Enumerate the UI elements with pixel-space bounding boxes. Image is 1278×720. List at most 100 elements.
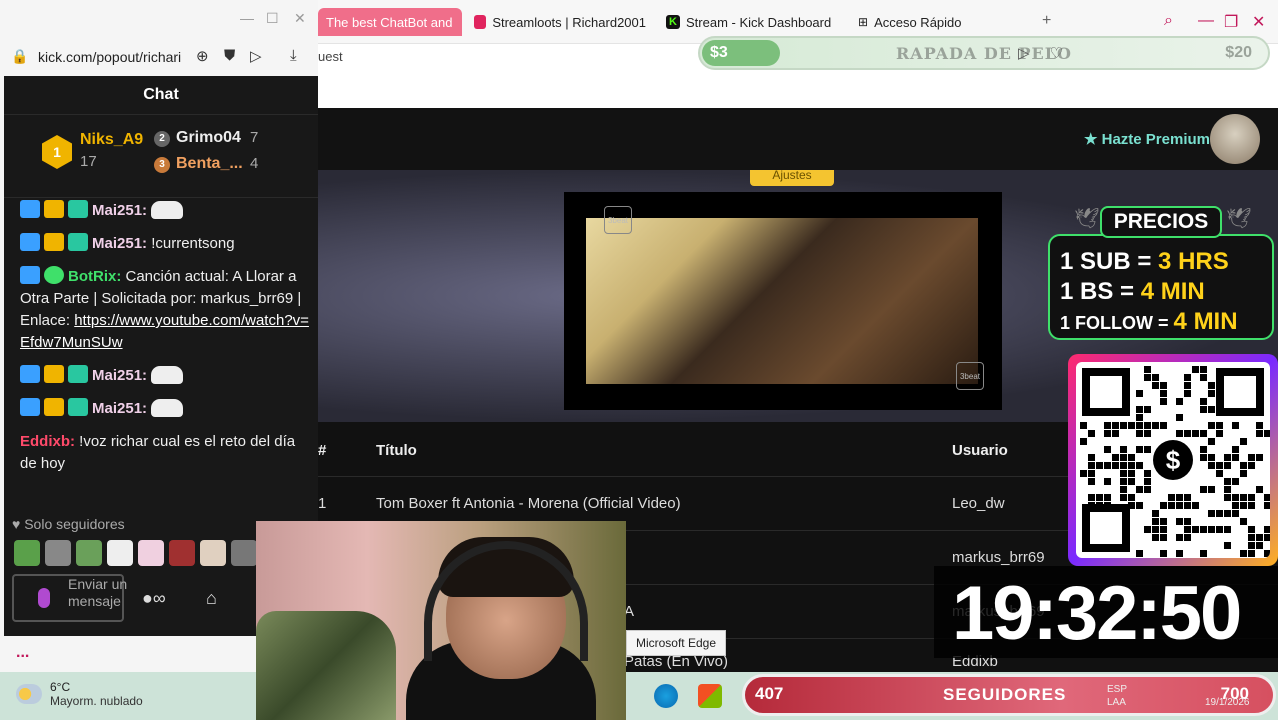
- language-indicator[interactable]: ESP LAA: [1107, 683, 1127, 709]
- close-icon[interactable]: ✕: [1252, 12, 1265, 32]
- price-row: 1 BS = 4 MIN: [1060, 278, 1205, 305]
- weather-temp: 6°C: [50, 680, 71, 694]
- play-icon[interactable]: ▷: [250, 47, 262, 65]
- tab-kick-dashboard[interactable]: K Stream - Kick Dashboard: [666, 8, 836, 36]
- chat-username[interactable]: BotRix:: [68, 268, 121, 285]
- leader-name[interactable]: Grimo04: [176, 129, 241, 147]
- toolbar-icons: ▷ ♡: [1018, 45, 1072, 62]
- chat-input[interactable]: Enviar un mensaje: [12, 574, 127, 622]
- settings-button[interactable]: Ajustes: [750, 170, 834, 186]
- countdown-timer: 19:32:50: [934, 566, 1278, 658]
- avatar[interactable]: [1210, 114, 1260, 164]
- address-text: uest: [318, 49, 343, 64]
- page-header: ★ Hazte Premium: [318, 108, 1278, 170]
- tab-streamloots[interactable]: Streamloots | Richard2001: [474, 8, 646, 36]
- new-tab-button[interactable]: +: [1042, 12, 1051, 30]
- pigeon-icon: 🕊: [1226, 208, 1252, 230]
- chat-username[interactable]: Mai251:: [92, 235, 147, 252]
- crown-badge-icon: [44, 233, 64, 251]
- emote-icon[interactable]: [200, 540, 226, 566]
- chat-text: !currentsong: [151, 235, 235, 252]
- restore-icon[interactable]: ☐: [266, 10, 279, 27]
- chat-username[interactable]: Mai251:: [92, 202, 147, 219]
- more-options-icon[interactable]: ...: [16, 644, 29, 662]
- emote-icon[interactable]: [14, 540, 40, 566]
- emote-bar: [14, 540, 257, 566]
- crown-badge-icon: [44, 398, 64, 416]
- chat-address-bar[interactable]: 🔒 kick.com/popout/richari ⊕ ⛊ ▷ ⤓: [0, 38, 318, 76]
- tab-chatbot[interactable]: The best ChatBot and: [318, 8, 462, 36]
- emote-icon[interactable]: [45, 540, 71, 566]
- col-title-header: Título: [376, 442, 417, 459]
- emote-icon: [151, 399, 184, 417]
- tab-label: Stream - Kick Dashboard: [686, 14, 832, 30]
- download-icon[interactable]: ⤓: [290, 47, 297, 64]
- rank-1-badge: 1: [42, 135, 72, 169]
- search-icon[interactable]: ⌕: [1164, 12, 1173, 30]
- chat-message: Eddixb: !voz richar cual es el reto del …: [20, 431, 310, 475]
- window-titlebar: — ☐ ✕: [0, 0, 318, 38]
- store-icon[interactable]: ⌂: [206, 588, 217, 609]
- emote-icon: [151, 366, 184, 384]
- weather-widget[interactable]: 6°C Mayorm. nublado: [16, 680, 143, 708]
- rank-3-badge: 3: [154, 157, 170, 173]
- rank-2-badge: 2: [154, 131, 170, 147]
- prices-overlay: 1 SUB = 3 HRS 1 BS = 4 MIN 1 FOLLOW = 4 …: [1048, 206, 1274, 340]
- emote-icon: [151, 201, 184, 219]
- subscriber-badge-icon: [68, 233, 88, 251]
- minimize-icon[interactable]: —: [1198, 12, 1214, 30]
- chat-username[interactable]: Mai251:: [92, 400, 147, 417]
- crown-badge-icon: [44, 200, 64, 218]
- emote-icon[interactable]: [107, 540, 133, 566]
- emote-icon[interactable]: [138, 540, 164, 566]
- alert-amount-left: $3: [702, 40, 780, 66]
- prices-header: PRECIOS: [1100, 206, 1222, 238]
- moderator-badge-icon: [20, 398, 40, 416]
- followers-goal-bar: 407 SEGUIDORES ESP LAA 19/1/2026 700: [742, 674, 1276, 716]
- shield-icon[interactable]: ⛊: [224, 47, 235, 64]
- minimize-icon[interactable]: —: [240, 10, 254, 26]
- subscriber-badge-icon: [68, 200, 88, 218]
- video-watermark: 3beat: [956, 362, 984, 390]
- emote-icon[interactable]: [231, 540, 257, 566]
- tab-acceso-rapido[interactable]: ⊞ Acceso Rápido: [858, 8, 988, 36]
- tab-label: The best ChatBot and: [326, 14, 453, 30]
- emote-icon[interactable]: [76, 540, 102, 566]
- tab-label: Acceso Rápido: [874, 14, 962, 30]
- zoom-icon[interactable]: ⊕: [196, 47, 209, 65]
- leader-name[interactable]: Niks_A9: [80, 131, 143, 149]
- chat-message: Mai251: !currentsong: [20, 233, 310, 255]
- lock-icon: 🔒: [11, 48, 29, 64]
- moderator-badge-icon: [20, 200, 40, 218]
- chat-header: Chat: [143, 86, 179, 103]
- close-icon[interactable]: ✕: [294, 10, 306, 27]
- webcam-feed: [256, 521, 626, 720]
- moderator-badge-icon: [20, 266, 40, 284]
- chat-message: Mai251:: [20, 398, 310, 420]
- video-frame: [586, 218, 978, 384]
- restore-icon[interactable]: ❐: [1224, 12, 1238, 32]
- alert-amount-right: $20: [1225, 44, 1252, 61]
- microphone-icon[interactable]: [38, 588, 50, 608]
- song-user: Leo_dw: [952, 495, 1005, 512]
- followers-current: 407: [755, 684, 784, 703]
- followers-label: SEGUIDORES: [943, 685, 1067, 704]
- store-icon[interactable]: [698, 684, 722, 708]
- song-num: 1: [318, 495, 327, 512]
- leader-count: 17: [80, 153, 97, 170]
- chat-username[interactable]: Mai251:: [92, 367, 147, 384]
- song-user: markus_brr69: [952, 549, 1045, 566]
- leader-count: 4: [250, 155, 259, 172]
- tooltip: Microsoft Edge: [626, 630, 726, 656]
- page-top-space: [318, 70, 1278, 108]
- verified-badge-icon: [44, 266, 64, 284]
- emote-icon[interactable]: [169, 540, 195, 566]
- pigeon-icon: 🕊: [1074, 208, 1100, 230]
- video-player[interactable]: 3beat 3beat: [564, 192, 1002, 410]
- chat-username[interactable]: Eddixb:: [20, 433, 75, 450]
- edge-icon[interactable]: [654, 684, 678, 708]
- emote-picker-icon[interactable]: ●∞: [142, 588, 166, 609]
- premium-button[interactable]: ★ Hazte Premium: [1084, 130, 1210, 148]
- crown-badge-icon: [44, 365, 64, 383]
- leader-name[interactable]: Benta_...: [176, 155, 243, 173]
